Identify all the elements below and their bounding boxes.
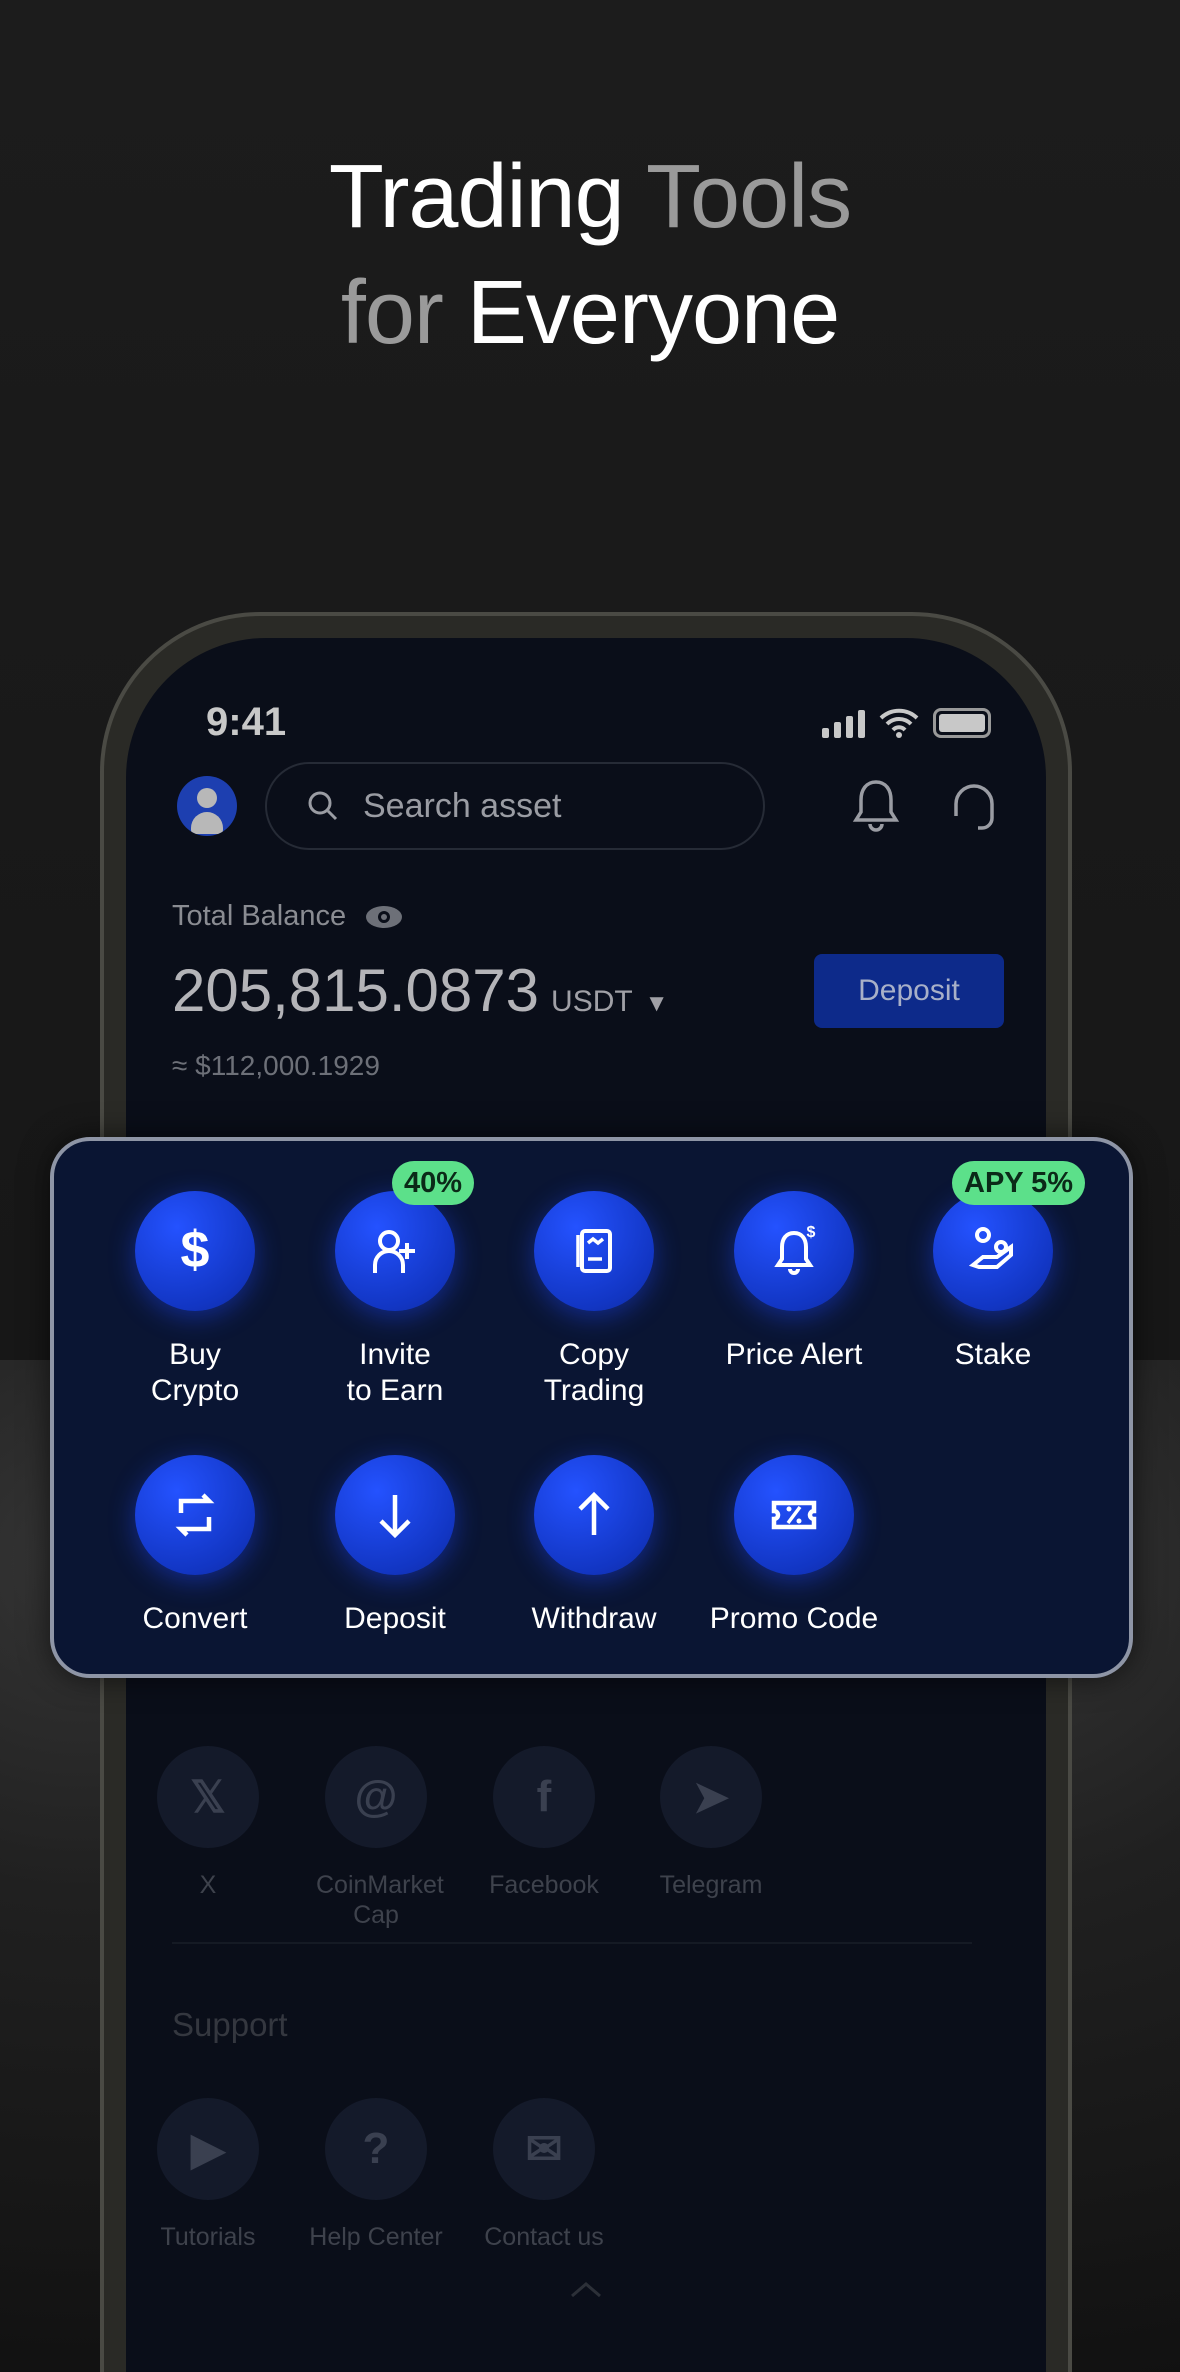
convert-icon: [135, 1455, 255, 1575]
add-user-icon: [335, 1191, 455, 1311]
social-label: CoinMarket Cap: [316, 1871, 444, 1929]
currency-selector[interactable]: USDT: [551, 985, 633, 1019]
social-label: X: [199, 1871, 217, 1899]
ticket-icon: [734, 1455, 854, 1575]
tool-buy[interactable]: $ Buy Crypto: [95, 1191, 295, 1409]
balance-value: 205,815.0873: [172, 957, 540, 1024]
mail-icon: ✉: [493, 2098, 595, 2200]
balance-amount: 205,815.0873 USDT ▼: [172, 956, 668, 1025]
support-label: Help Center: [309, 2223, 443, 2251]
social-label: Telegram: [659, 1871, 763, 1899]
promo-badge: APY 5%: [952, 1161, 1086, 1205]
svg-text:$: $: [807, 1224, 816, 1241]
signal-icon: [822, 710, 865, 738]
support-label: Tutorials: [160, 2223, 256, 2251]
x-icon: 𝕏: [157, 1746, 259, 1848]
copy-trading-icon: [534, 1191, 654, 1311]
eye-icon[interactable]: [364, 904, 404, 930]
dollar-icon: $: [135, 1191, 255, 1311]
tool-price-alert[interactable]: $ Price Alert: [694, 1191, 894, 1373]
arrow-down-icon: [335, 1455, 455, 1575]
social-telegram[interactable]: ➤ Telegram: [626, 1746, 796, 1900]
social-x[interactable]: 𝕏X: [126, 1746, 293, 1900]
search-input[interactable]: Search asset: [265, 762, 765, 850]
headset-icon[interactable]: [946, 776, 1002, 836]
social-coinmarketcap[interactable]: @ CoinMarket Cap: [291, 1746, 461, 1930]
trading-tools-card: $ Buy Crypto Invite to Earn 40% Copy Trading $ Pr…: [50, 1137, 1133, 1678]
tool-label: Invite to Earn: [346, 1338, 444, 1407]
promo-badge: 40%: [392, 1161, 475, 1205]
headline-word: Everyone: [466, 263, 840, 363]
tool-label: Buy Crypto: [150, 1338, 240, 1407]
status-time: 9:41: [206, 700, 287, 744]
headline-word: for: [340, 263, 444, 363]
tool-label: Stake: [954, 1338, 1032, 1371]
tool-label: Copy Trading: [543, 1338, 645, 1407]
stake-icon: [933, 1191, 1053, 1311]
tool-convert[interactable]: Convert: [95, 1455, 295, 1637]
bell-icon[interactable]: [848, 776, 904, 836]
wifi-icon: [879, 708, 919, 738]
headline-word: Tools: [646, 147, 852, 247]
tool-label: Deposit: [344, 1602, 446, 1635]
tool-withdraw[interactable]: Withdraw: [494, 1455, 694, 1637]
tool-label: Withdraw: [531, 1602, 657, 1635]
caret-down-icon[interactable]: ▼: [645, 990, 669, 1018]
chevron-up-icon[interactable]: [566, 2278, 606, 2302]
status-icons: [822, 708, 991, 738]
support-help-center[interactable]: ? Help Center: [291, 2098, 461, 2252]
tool-deposit[interactable]: Deposit: [295, 1455, 495, 1637]
tool-label: Convert: [142, 1602, 248, 1635]
tool-invite[interactable]: Invite to Earn: [295, 1191, 495, 1409]
avatar[interactable]: [177, 776, 237, 836]
support-heading: Support: [172, 2006, 288, 2043]
headline-line2: for Everyone: [0, 268, 1180, 358]
fiat-balance: ≈ $112,000.1929: [172, 1050, 380, 1081]
coinmarketcap-icon: @: [325, 1746, 427, 1848]
search-icon: [308, 791, 338, 821]
tool-copy[interactable]: Copy Trading: [494, 1191, 694, 1409]
headline-line1: Trading Tools: [0, 152, 1180, 242]
price-alert-icon: $: [734, 1191, 854, 1311]
search-placeholder: Search asset: [363, 786, 562, 825]
tool-promo-code[interactable]: Promo Code: [694, 1455, 894, 1637]
total-balance-text: Total Balance: [172, 900, 347, 932]
arrow-up-icon: [534, 1455, 654, 1575]
tool-stake[interactable]: Stake: [893, 1191, 1093, 1373]
support-contact-us[interactable]: ✉ Contact us: [459, 2098, 629, 2252]
support-label: Contact us: [484, 2223, 604, 2251]
headline-word: Trading: [328, 147, 625, 247]
promo-screen: Trading Tools for Everyone 9:41 Search a…: [0, 0, 1180, 2372]
play-icon: ▶: [157, 2098, 259, 2200]
facebook-icon: f: [493, 1746, 595, 1848]
social-label: Facebook: [489, 1871, 599, 1899]
deposit-button[interactable]: Deposit: [814, 954, 1004, 1028]
svg-text:$: $: [181, 1221, 210, 1279]
help-icon: ?: [325, 2098, 427, 2200]
divider: [172, 1942, 972, 1944]
support-tutorials[interactable]: ▶ Tutorials: [126, 2098, 293, 2252]
telegram-icon: ➤: [660, 1746, 762, 1848]
tool-label: Price Alert: [725, 1338, 863, 1371]
tool-label: Promo Code: [709, 1602, 879, 1635]
total-balance-label: Total Balance: [172, 900, 404, 933]
social-facebook[interactable]: f Facebook: [459, 1746, 629, 1900]
battery-icon: [933, 708, 991, 738]
